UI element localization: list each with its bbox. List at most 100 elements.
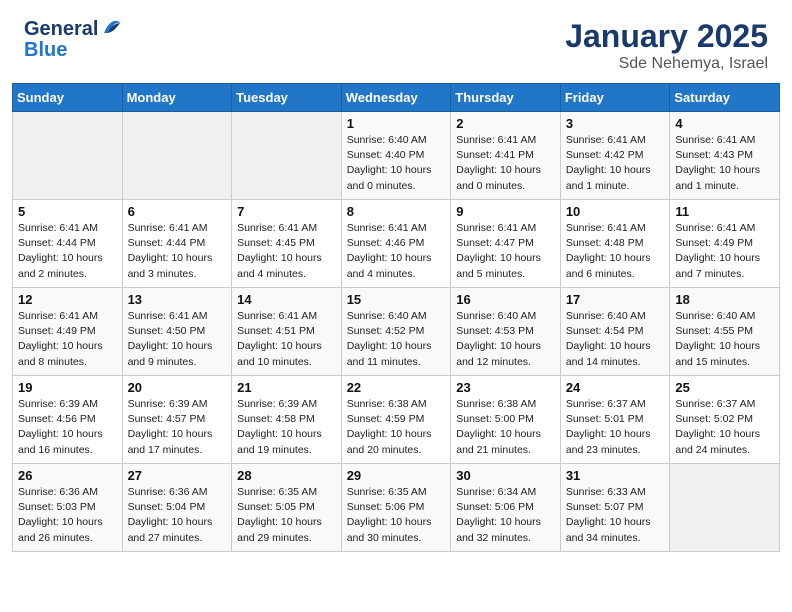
col-wednesday: Wednesday [341,84,451,112]
calendar-body: 1 Sunrise: 6:40 AMSunset: 4:40 PMDaylight… [13,112,780,552]
table-row: 18 Sunrise: 6:40 AMSunset: 4:55 PMDayligh… [670,288,780,376]
day-info: Sunrise: 6:40 AMSunset: 4:55 PMDaylight:… [675,309,774,370]
table-row: 6 Sunrise: 6:41 AMSunset: 4:44 PMDaylight… [122,200,232,288]
day-info: Sunrise: 6:41 AMSunset: 4:44 PMDaylight:… [18,221,117,282]
day-number: 15 [347,292,446,307]
calendar-wrapper: Sunday Monday Tuesday Wednesday Thursday… [0,83,792,564]
table-row [13,112,123,200]
day-info: Sunrise: 6:41 AMSunset: 4:42 PMDaylight:… [566,133,665,194]
day-number: 10 [566,204,665,219]
day-number: 30 [456,468,555,483]
logo-general-text: General [24,18,98,41]
table-row: 14 Sunrise: 6:41 AMSunset: 4:51 PMDayligh… [232,288,342,376]
table-row: 22Sunrise: 6:38 AMSunset: 4:59 PMDayligh… [341,376,451,464]
table-row: 30 Sunrise: 6:34 AMSunset: 5:06 PMDayligh… [451,464,561,552]
day-number: 14 [237,292,336,307]
day-number: 23 [456,380,555,395]
table-row: 25Sunrise: 6:37 AMSunset: 5:02 PMDayligh… [670,376,780,464]
day-info: Sunrise: 6:38 AMSunset: 4:59 PMDaylight:… [347,397,446,458]
col-sunday: Sunday [13,84,123,112]
day-info: Sunrise: 6:41 AMSunset: 4:43 PMDaylight:… [675,133,774,194]
logo-blue-text: Blue [24,39,67,61]
day-info: Sunrise: 6:41 AMSunset: 4:50 PMDaylight:… [128,309,227,370]
day-number: 7 [237,204,336,219]
table-row: 21Sunrise: 6:39 AMSunset: 4:58 PMDayligh… [232,376,342,464]
day-number: 1 [347,116,446,131]
table-row [232,112,342,200]
day-number: 24 [566,380,665,395]
day-info: Sunrise: 6:35 AMSunset: 5:05 PMDaylight:… [237,485,336,546]
table-row: 13 Sunrise: 6:41 AMSunset: 4:50 PMDayligh… [122,288,232,376]
day-number: 29 [347,468,446,483]
day-number: 28 [237,468,336,483]
day-info: Sunrise: 6:41 AMSunset: 4:44 PMDaylight:… [128,221,227,282]
day-number: 5 [18,204,117,219]
table-row: 5 Sunrise: 6:41 AMSunset: 4:44 PMDaylight… [13,200,123,288]
table-row: 12 Sunrise: 6:41 AMSunset: 4:49 PMDayligh… [13,288,123,376]
day-info: Sunrise: 6:36 AMSunset: 5:03 PMDaylight:… [18,485,117,546]
day-info: Sunrise: 6:41 AMSunset: 4:47 PMDaylight:… [456,221,555,282]
col-friday: Friday [560,84,670,112]
day-info: Sunrise: 6:41 AMSunset: 4:46 PMDaylight:… [347,221,446,282]
day-number: 13 [128,292,227,307]
day-info: Sunrise: 6:40 AMSunset: 4:40 PMDaylight:… [347,133,446,194]
day-info: Sunrise: 6:41 AMSunset: 4:49 PMDaylight:… [675,221,774,282]
table-row: 19Sunrise: 6:39 AMSunset: 4:56 PMDayligh… [13,376,123,464]
day-number: 17 [566,292,665,307]
day-number: 18 [675,292,774,307]
day-number: 16 [456,292,555,307]
day-info: Sunrise: 6:35 AMSunset: 5:06 PMDaylight:… [347,485,446,546]
day-number: 19 [18,380,117,395]
table-row: 31 Sunrise: 6:33 AMSunset: 5:07 PMDayligh… [560,464,670,552]
table-row: 1 Sunrise: 6:40 AMSunset: 4:40 PMDaylight… [341,112,451,200]
day-info: Sunrise: 6:41 AMSunset: 4:49 PMDaylight:… [18,309,117,370]
calendar-table: Sunday Monday Tuesday Wednesday Thursday… [12,83,780,552]
day-info: Sunrise: 6:37 AMSunset: 5:02 PMDaylight:… [675,397,774,458]
col-tuesday: Tuesday [232,84,342,112]
table-row: 15 Sunrise: 6:40 AMSunset: 4:52 PMDayligh… [341,288,451,376]
day-info: Sunrise: 6:33 AMSunset: 5:07 PMDaylight:… [566,485,665,546]
day-info: Sunrise: 6:36 AMSunset: 5:04 PMDaylight:… [128,485,227,546]
day-info: Sunrise: 6:37 AMSunset: 5:01 PMDaylight:… [566,397,665,458]
table-row: 3Sunrise: 6:41 AMSunset: 4:42 PMDaylight… [560,112,670,200]
day-number: 2 [456,116,555,131]
day-info: Sunrise: 6:39 AMSunset: 4:58 PMDaylight:… [237,397,336,458]
table-row: 27 Sunrise: 6:36 AMSunset: 5:04 PMDayligh… [122,464,232,552]
table-row: 9Sunrise: 6:41 AMSunset: 4:47 PMDaylight… [451,200,561,288]
day-number: 27 [128,468,227,483]
page-title: January 2025 [565,18,768,55]
day-number: 8 [347,204,446,219]
table-row: 20 Sunrise: 6:39 AMSunset: 4:57 PMDayligh… [122,376,232,464]
day-info: Sunrise: 6:40 AMSunset: 4:53 PMDaylight:… [456,309,555,370]
day-info: Sunrise: 6:41 AMSunset: 4:48 PMDaylight:… [566,221,665,282]
col-monday: Monday [122,84,232,112]
page-header: General Blue January 2025 Sde Nehemya, I… [0,0,792,83]
day-info: Sunrise: 6:38 AMSunset: 5:00 PMDaylight:… [456,397,555,458]
day-info: Sunrise: 6:34 AMSunset: 5:06 PMDaylight:… [456,485,555,546]
table-row [670,464,780,552]
day-info: Sunrise: 6:41 AMSunset: 4:41 PMDaylight:… [456,133,555,194]
day-number: 12 [18,292,117,307]
day-info: Sunrise: 6:41 AMSunset: 4:51 PMDaylight:… [237,309,336,370]
calendar-header: Sunday Monday Tuesday Wednesday Thursday… [13,84,780,112]
day-number: 11 [675,204,774,219]
day-info: Sunrise: 6:40 AMSunset: 4:52 PMDaylight:… [347,309,446,370]
table-row: 4Sunrise: 6:41 AMSunset: 4:43 PMDaylight… [670,112,780,200]
day-number: 31 [566,468,665,483]
col-thursday: Thursday [451,84,561,112]
table-row: 24 Sunrise: 6:37 AMSunset: 5:01 PMDayligh… [560,376,670,464]
table-row: 8 Sunrise: 6:41 AMSunset: 4:46 PMDaylight… [341,200,451,288]
page-subtitle: Sde Nehemya, Israel [565,55,768,73]
logo: General Blue [24,18,122,62]
day-number: 6 [128,204,227,219]
day-number: 20 [128,380,227,395]
table-row: 23 Sunrise: 6:38 AMSunset: 5:00 PMDayligh… [451,376,561,464]
table-row: 28 Sunrise: 6:35 AMSunset: 5:05 PMDayligh… [232,464,342,552]
day-info: Sunrise: 6:40 AMSunset: 4:54 PMDaylight:… [566,309,665,370]
table-row: 17 Sunrise: 6:40 AMSunset: 4:54 PMDayligh… [560,288,670,376]
day-info: Sunrise: 6:39 AMSunset: 4:57 PMDaylight:… [128,397,227,458]
col-saturday: Saturday [670,84,780,112]
day-number: 26 [18,468,117,483]
table-row: 16 Sunrise: 6:40 AMSunset: 4:53 PMDayligh… [451,288,561,376]
table-row: 2 Sunrise: 6:41 AMSunset: 4:41 PMDaylight… [451,112,561,200]
